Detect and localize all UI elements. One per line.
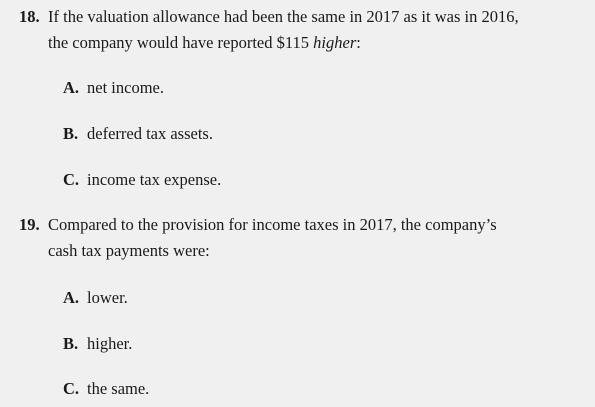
question-18-line2-text: the company would have reported $115 xyxy=(48,33,314,52)
question-18-option-a[interactable]: A. net income. xyxy=(63,78,164,98)
question-18-text: 18. If the valuation allowance had been … xyxy=(19,4,579,56)
question-19-option-c[interactable]: C. the same. xyxy=(63,379,149,399)
option-text: income tax expense. xyxy=(87,170,222,189)
option-letter: B. xyxy=(63,334,79,353)
question-18-number: 18. xyxy=(19,7,40,26)
option-letter: A. xyxy=(63,288,80,307)
option-letter: C. xyxy=(63,170,80,189)
option-letter: B. xyxy=(63,124,79,143)
question-19-text: 19. Compared to the provision for income… xyxy=(19,212,579,264)
option-letter: C. xyxy=(63,379,80,398)
option-letter: A. xyxy=(63,78,80,97)
question-18-option-c[interactable]: C. income tax expense. xyxy=(63,170,221,190)
question-19-number: 19. xyxy=(19,215,40,234)
question-19-option-b[interactable]: B. higher. xyxy=(63,334,132,354)
option-text: deferred tax assets. xyxy=(87,124,213,143)
option-text: the same. xyxy=(87,379,150,398)
question-18-line2-end: : xyxy=(356,33,361,52)
question-19: 19. Compared to the provision for income… xyxy=(19,212,579,264)
question-19-line1: Compared to the provision for income tax… xyxy=(48,215,497,234)
question-18-emphasis: higher xyxy=(313,33,357,52)
question-18-line1: If the valuation allowance had been the … xyxy=(48,7,519,26)
question-18-option-b[interactable]: B. deferred tax assets. xyxy=(63,124,213,144)
option-text: net income. xyxy=(87,78,164,97)
option-text: lower. xyxy=(87,288,128,307)
option-text: higher. xyxy=(87,334,133,353)
question-18-line2: the company would have reported $115 hig… xyxy=(48,30,579,56)
question-18: 18. If the valuation allowance had been … xyxy=(19,4,579,56)
question-19-option-a[interactable]: A. lower. xyxy=(63,288,128,308)
question-19-line2: cash tax payments were: xyxy=(48,241,210,260)
